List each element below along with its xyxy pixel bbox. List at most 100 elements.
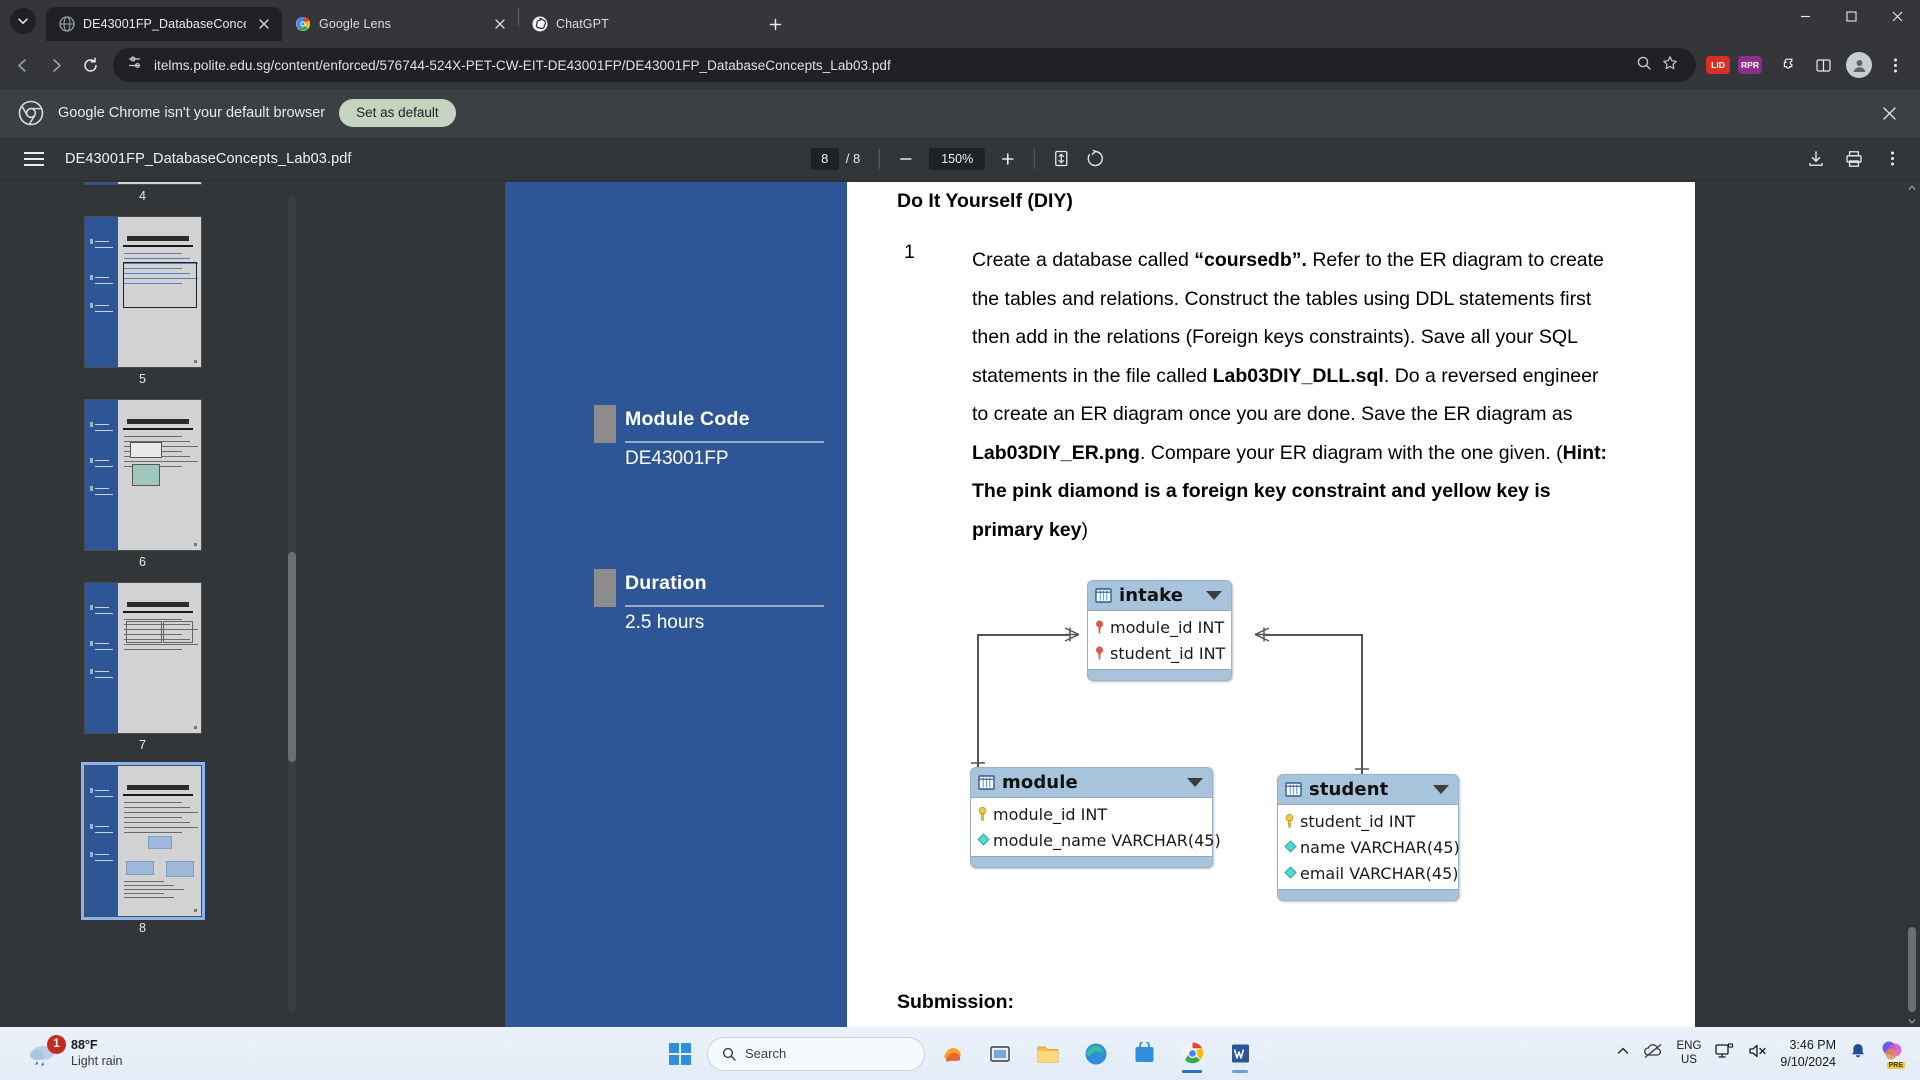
address-bar[interactable]: itelms.polite.edu.sg/content/enforced/57… xyxy=(113,48,1696,82)
zoom-out-button[interactable] xyxy=(892,145,920,173)
language-code: ENG xyxy=(1676,1039,1702,1052)
er-table-module[interactable]: module module_id INT module_name VARCHAR… xyxy=(970,767,1221,868)
thumbnail-scrollbar-knob[interactable] xyxy=(288,552,296,762)
infobar-close-button[interactable] xyxy=(1876,100,1902,126)
weather-text: 88°F Light rain xyxy=(71,1038,122,1069)
chevron-down-icon[interactable] xyxy=(1187,778,1203,787)
split-view-icon[interactable] xyxy=(1806,48,1840,82)
volume-muted-icon[interactable] xyxy=(1747,1043,1767,1064)
sidebar-toggle-button[interactable] xyxy=(19,144,49,174)
word-icon[interactable] xyxy=(1219,1033,1261,1075)
tab-search-button[interactable] xyxy=(10,7,36,34)
er-table-student[interactable]: student student_id INT name VARCHAR(45) … xyxy=(1277,774,1460,901)
er-column-name: student_id INT xyxy=(1300,811,1416,831)
chrome-icon[interactable] xyxy=(1171,1033,1213,1075)
chevron-down-icon[interactable] xyxy=(1433,785,1449,794)
thumbnail-page-5[interactable] xyxy=(84,217,201,367)
thumbnail-page-6[interactable] xyxy=(84,400,201,550)
thumbnail-page-8[interactable] xyxy=(80,762,205,920)
back-button[interactable] xyxy=(5,48,39,82)
reload-button[interactable] xyxy=(73,48,107,82)
pdf-toolbar-actions xyxy=(1802,145,1906,173)
language-indicator[interactable]: ENG US xyxy=(1676,1040,1701,1068)
store-icon[interactable] xyxy=(1123,1033,1165,1075)
minimize-button[interactable] xyxy=(1782,0,1828,32)
er-column-name: name VARCHAR(45) xyxy=(1300,837,1460,857)
thumbnail-scrollbar[interactable] xyxy=(285,182,299,1027)
chrome-menu-button[interactable] xyxy=(1878,48,1912,82)
page-number-input[interactable]: 8 xyxy=(810,147,839,170)
thumbnail-item[interactable]: 6 xyxy=(0,400,285,583)
tab-close-0[interactable] xyxy=(254,14,274,34)
thumbnail-blue-panel xyxy=(84,182,118,184)
tab-title-0: DE43001FP_DatabaseConcepts_ xyxy=(83,17,246,31)
thumbnail-item[interactable]: 4 xyxy=(0,182,285,217)
er-column-name: module_id INT xyxy=(1110,617,1225,637)
duration-rule xyxy=(625,605,824,607)
zoom-level-display[interactable]: 150% xyxy=(929,147,986,170)
thumbnail-item[interactable]: 7 xyxy=(0,583,285,766)
task-view-icon[interactable] xyxy=(979,1033,1021,1075)
thumbnail-item[interactable]: 5 xyxy=(0,217,285,400)
thumbnail-blue-panel xyxy=(84,217,118,367)
foreign-key-icon xyxy=(1094,646,1105,660)
new-tab-button[interactable] xyxy=(761,10,789,38)
weather-widget[interactable]: 1 88°F Light rain xyxy=(28,1034,122,1069)
chevron-down-icon[interactable] xyxy=(1206,591,1222,600)
tab-0[interactable]: DE43001FP_DatabaseConcepts_ xyxy=(46,7,282,41)
duration-label: Duration xyxy=(625,572,707,594)
bookmark-star-icon[interactable] xyxy=(1662,55,1678,76)
thumbnail-page-7[interactable] xyxy=(84,583,201,733)
print-icon[interactable] xyxy=(1840,145,1868,173)
extension-badge-rpr[interactable]: RPR xyxy=(1738,56,1762,74)
profile-avatar[interactable] xyxy=(1842,48,1876,82)
show-hidden-icons-button[interactable] xyxy=(1616,1044,1630,1063)
forward-button[interactable] xyxy=(39,48,73,82)
copilot-icon[interactable] xyxy=(931,1033,973,1075)
module-code-rule xyxy=(625,441,824,443)
zoom-in-button[interactable] xyxy=(994,145,1022,173)
omnibox-actions xyxy=(1636,55,1686,76)
extensions-button[interactable] xyxy=(1772,48,1806,82)
system-tray: ENG US 3:46 PM 9/10/2024 PRE xyxy=(1616,1037,1920,1071)
tab-strip: DE43001FP_DatabaseConcepts_ Google Lens xyxy=(0,0,1920,41)
search-input[interactable]: Search xyxy=(707,1036,925,1071)
navigation-bar: itelms.polite.edu.sg/content/enforced/57… xyxy=(0,41,1920,89)
more-options-icon[interactable] xyxy=(1878,145,1906,173)
close-button[interactable] xyxy=(1874,0,1920,32)
network-icon[interactable] xyxy=(1714,1042,1734,1065)
extension-badge-lid[interactable]: LID xyxy=(1706,56,1730,74)
download-icon[interactable] xyxy=(1802,145,1830,173)
er-column-row: module_name VARCHAR(45) xyxy=(971,827,1221,853)
fit-to-page-icon[interactable] xyxy=(1047,145,1075,173)
search-with-lens-icon[interactable] xyxy=(1636,55,1652,76)
site-settings-icon[interactable] xyxy=(127,54,144,76)
language-locale: US xyxy=(1680,1053,1697,1066)
copilot-preview-icon[interactable]: PRE xyxy=(1880,1039,1905,1069)
start-icon[interactable] xyxy=(659,1033,701,1075)
clock[interactable]: 3:46 PM 9/10/2024 xyxy=(1780,1037,1836,1071)
tab-close-1[interactable] xyxy=(490,14,510,34)
page-scrollbar[interactable] xyxy=(1906,182,1918,1027)
maximize-button[interactable] xyxy=(1828,0,1874,32)
thumbnail-item[interactable]: 8 xyxy=(0,762,285,949)
file-explorer-icon[interactable] xyxy=(1027,1033,1069,1075)
search-icon xyxy=(722,1047,736,1061)
tab-2[interactable]: ChatGPT xyxy=(519,7,755,41)
pdf-page-view[interactable]: Module Code DE43001FP Duration 2.5 hours… xyxy=(300,182,1902,1027)
rotate-icon[interactable] xyxy=(1081,145,1109,173)
edge-icon[interactable] xyxy=(1075,1033,1117,1075)
er-table-student-header: student xyxy=(1278,775,1458,804)
page-scrollbar-thumb[interactable] xyxy=(1908,927,1916,1012)
notification-bell-icon[interactable] xyxy=(1849,1042,1867,1065)
er-table-intake[interactable]: intake module_id INT student_id INT xyxy=(1087,580,1232,681)
set-as-default-button[interactable]: Set as default xyxy=(339,99,456,127)
tab-1[interactable]: Google Lens xyxy=(282,7,518,41)
thumbnail-content xyxy=(117,400,201,550)
scroll-down-arrow[interactable] xyxy=(1906,1015,1918,1027)
page-scrollbar-track[interactable] xyxy=(1908,192,1916,1017)
url-text: itelms.polite.edu.sg/content/enforced/57… xyxy=(154,57,891,73)
thumbnail-page-4[interactable] xyxy=(84,182,201,184)
thumbnail-pane[interactable]: 4 5 6 7 8 xyxy=(0,182,285,1027)
onedrive-offline-icon[interactable] xyxy=(1643,1043,1663,1064)
